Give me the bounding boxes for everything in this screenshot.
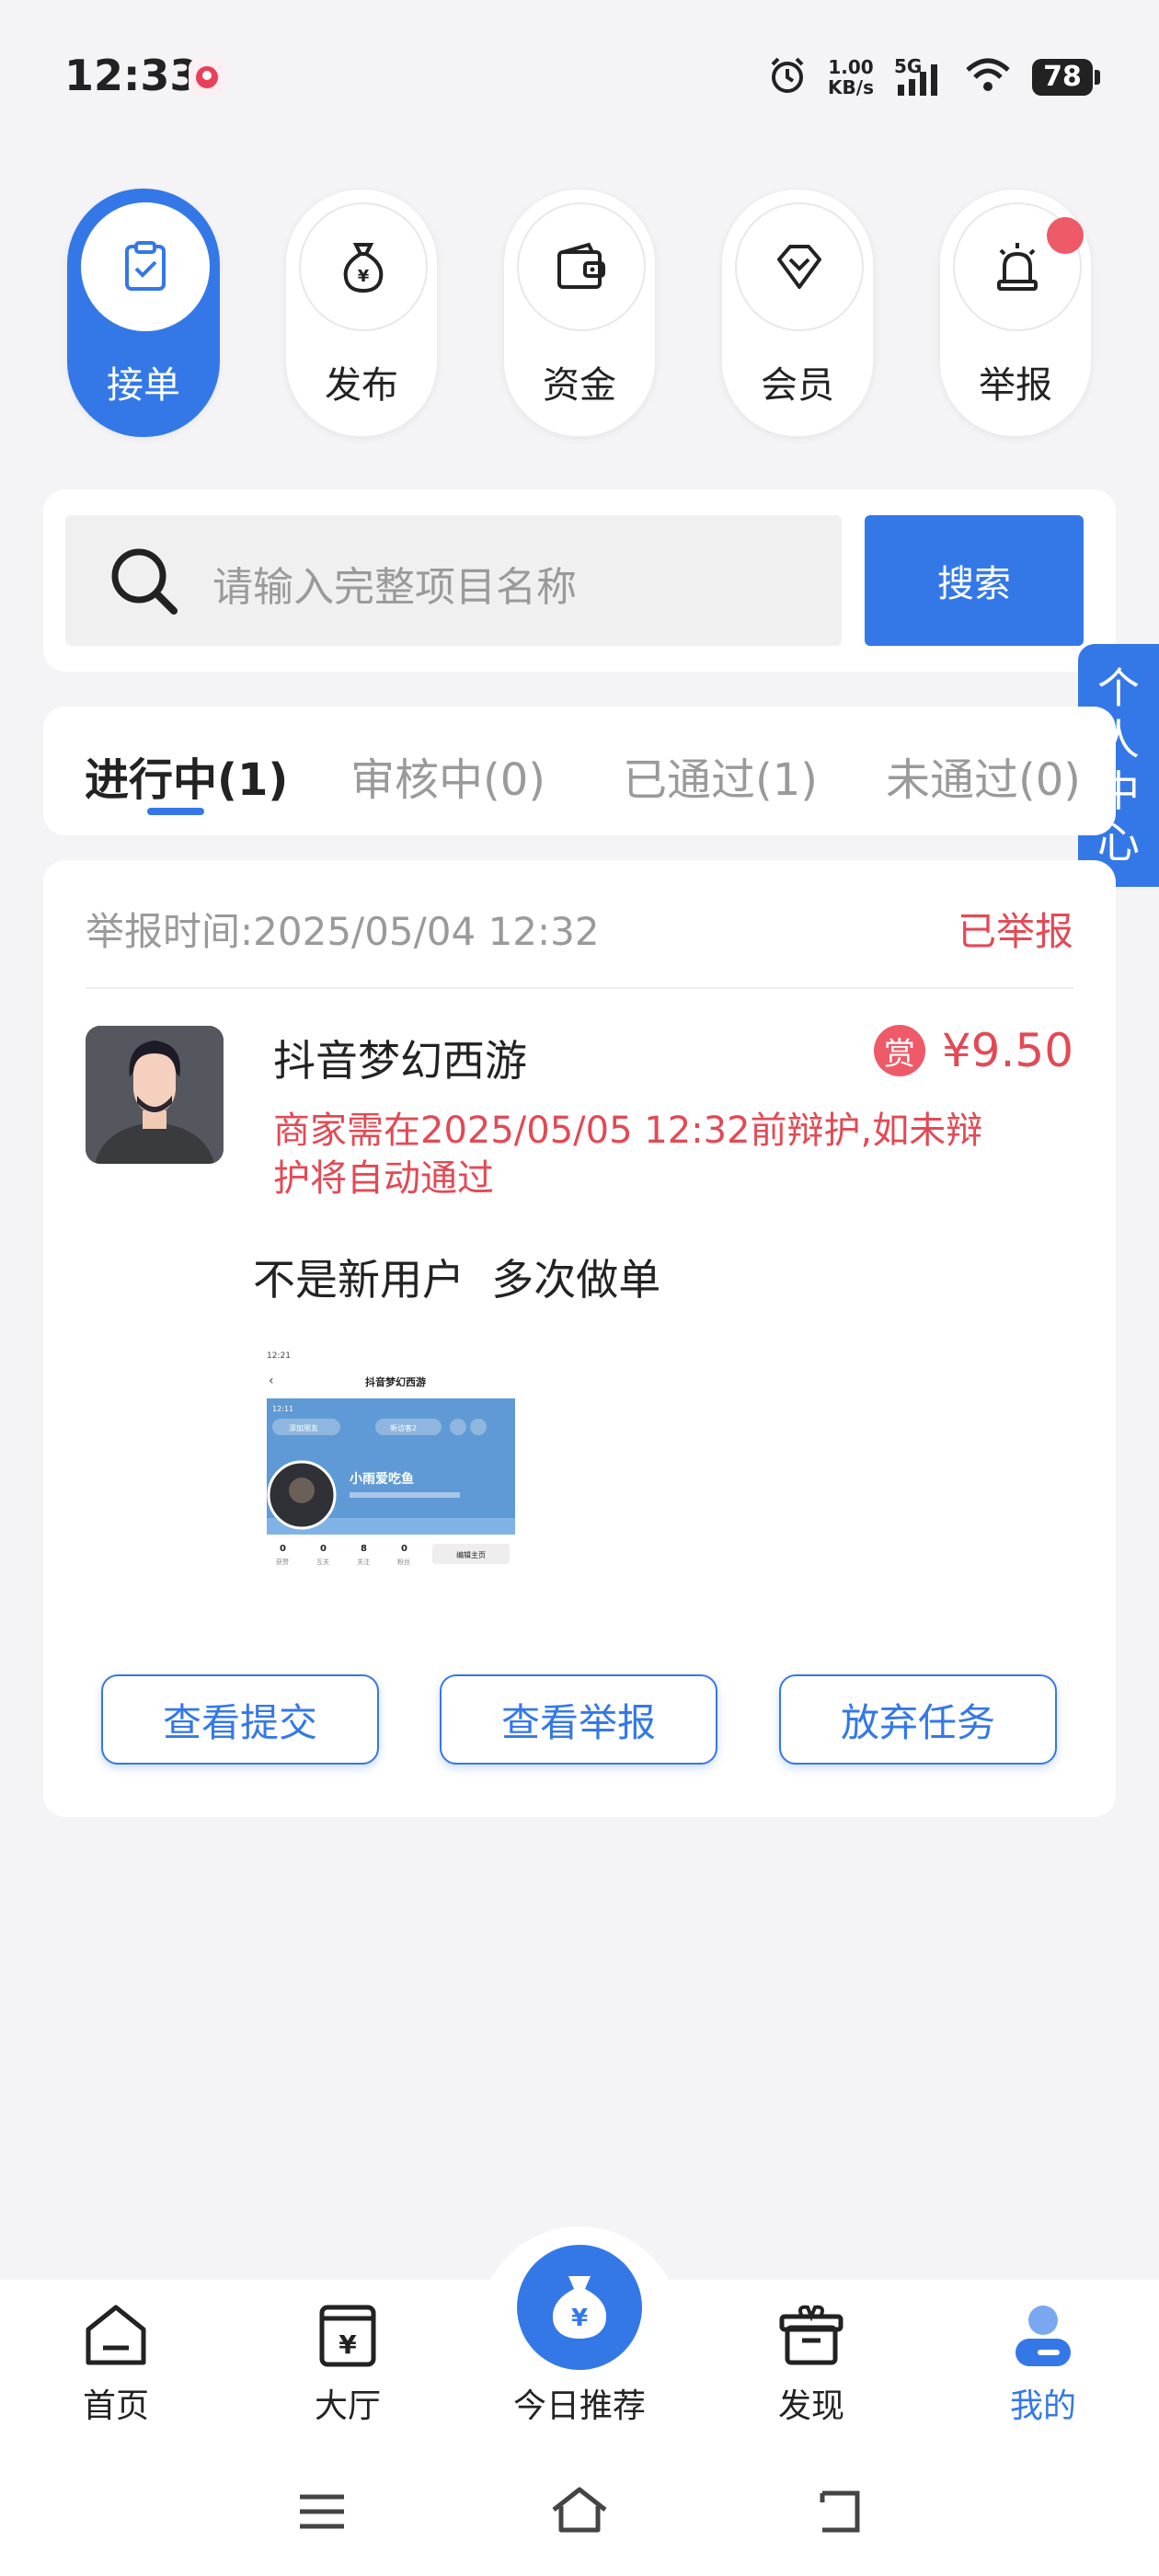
user-icon: [1016, 2306, 1071, 2366]
report-status: 已举报: [957, 909, 1073, 954]
thumb-stat-value: 0: [320, 1544, 327, 1554]
thumb-edit-button: 编辑主页: [456, 1550, 486, 1559]
category-member[interactable]: 会员: [721, 189, 874, 437]
net-speed: 1.00 KB/s: [828, 57, 874, 98]
nav-recommend-button[interactable]: ¥: [517, 2245, 642, 2370]
search-card: 请输入完整项目名称 搜索: [43, 489, 1116, 672]
battery-indicator: 78: [1032, 59, 1100, 96]
money-bag-icon: ¥: [552, 2276, 607, 2339]
home-button-icon[interactable]: [548, 2482, 611, 2537]
avatar: [86, 1026, 224, 1164]
tab-in-progress[interactable]: 进行中(1): [85, 743, 288, 808]
thumb-title: 抖音梦幻西游: [365, 1375, 426, 1388]
thumb-stat-label: 粉丝: [397, 1558, 410, 1566]
active-tab-indicator: [147, 808, 204, 815]
search-input[interactable]: 请输入完整项目名称: [65, 515, 842, 646]
view-report-button[interactable]: 查看举报: [440, 1674, 717, 1765]
app-notification-icon: [189, 59, 225, 96]
category-label: 接单: [107, 364, 180, 407]
thumb-stat-label: 获赞: [276, 1558, 289, 1566]
net-speed-unit: KB/s: [828, 76, 874, 98]
menu-icon[interactable]: [294, 2484, 350, 2539]
status-bar: 12:33 1.00 KB/s 5G 78: [0, 0, 1159, 156]
signal-icon: 5G: [894, 55, 944, 98]
status-tabs: 进行中(1) 审核中(0) 已通过(1) 未通过(0): [43, 707, 1116, 835]
task-note: 不是新用户 多次做单: [253, 1255, 661, 1305]
home-icon: [86, 2305, 146, 2365]
nav-mine[interactable]: 我的: [960, 2300, 1126, 2427]
thumb-add-friend: 添加朋友: [289, 1423, 318, 1432]
task-title: 抖音梦幻西游: [273, 1036, 527, 1086]
task-actions: 查看提交 查看举报 放弃任务: [101, 1674, 1058, 1766]
side-tab-char: 个: [1097, 663, 1140, 713]
diamond-icon: [735, 202, 864, 331]
deadline-line: 商家需在2025/05/05 12:32前辩护,如未辩: [273, 1110, 983, 1152]
nav-discover[interactable]: 发现: [729, 2300, 894, 2427]
status-icons: 1.00 KB/s 5G 78: [767, 55, 1100, 99]
category-funds[interactable]: 资金: [503, 189, 656, 437]
clipboard-check-icon: [81, 202, 210, 331]
thumb-time: 12:21: [267, 1351, 291, 1361]
reward-price: ¥9.50: [941, 1024, 1073, 1077]
thumb-stat-value: 0: [280, 1544, 286, 1554]
tab-approved[interactable]: 已通过(1): [623, 743, 818, 808]
category-label: 发布: [325, 364, 398, 407]
nav-label: 首页: [82, 2387, 149, 2425]
wallet-icon: [517, 202, 646, 331]
svg-text:¥: ¥: [358, 267, 370, 286]
category-publish[interactable]: ¥ 发布: [285, 189, 438, 437]
wifi-icon: [964, 55, 1012, 99]
task-card: 举报时间:2025/05/04 12:32 已举报 抖音梦幻西游 赏 ¥9.50…: [43, 860, 1116, 1817]
report-time: 举报时间:2025/05/04 12:32: [86, 909, 600, 954]
hall-yen-icon: ¥: [319, 2305, 376, 2367]
reward-badge: 赏: [873, 1025, 925, 1076]
nav-label: 大厅: [314, 2387, 381, 2425]
thumb-stat-value: 0: [401, 1544, 407, 1554]
nav-label: 发现: [777, 2387, 844, 2425]
reward: 赏 ¥9.50: [873, 1024, 1073, 1077]
thumb-stat-label: 互关: [316, 1558, 329, 1566]
search-icon: [106, 543, 183, 624]
status-time: 12:33: [64, 51, 200, 100]
thumb-stat-value: 8: [361, 1544, 367, 1554]
divider: [86, 987, 1073, 989]
thumb-stat-label: 关注: [357, 1558, 370, 1566]
svg-text:¥: ¥: [571, 2305, 588, 2332]
thumb-inner-time: 12:11: [272, 1405, 293, 1413]
tab-reviewing[interactable]: 审核中(0): [350, 743, 545, 808]
network-type: 5G: [894, 55, 923, 77]
submission-screenshot[interactable]: 12:21 ‹ 抖音梦幻西游 12:11 添加朋友 新访客2 小雨爱吃鱼 0 0…: [258, 1343, 561, 1610]
abandon-task-button[interactable]: 放弃任务: [779, 1674, 1057, 1765]
view-submission-button[interactable]: 查看提交: [101, 1674, 379, 1765]
nav-label: 今日推荐: [512, 2387, 646, 2425]
category-report[interactable]: 举报: [939, 189, 1092, 437]
net-speed-value: 1.00: [828, 56, 874, 78]
category-label: 资金: [543, 364, 616, 407]
system-navigation: [0, 2466, 1159, 2558]
search-placeholder: 请输入完整项目名称: [212, 564, 577, 611]
gift-box-icon: [779, 2305, 843, 2365]
thumb-username: 小雨爱吃鱼: [350, 1471, 414, 1487]
thumb-new-visitors: 新访客2: [390, 1423, 417, 1432]
tab-rejected[interactable]: 未通过(0): [886, 743, 1081, 808]
category-row: 接单 ¥ 发布 资金 会员 举报: [67, 189, 1092, 437]
notification-badge: [1047, 217, 1084, 254]
deadline-notice: 商家需在2025/05/05 12:32前辩护,如未辩 护将自动通过: [273, 1107, 1064, 1202]
money-bag-icon: ¥: [299, 202, 428, 331]
svg-text:‹: ‹: [269, 1374, 274, 1388]
alarm-icon: [767, 55, 808, 99]
search-button[interactable]: 搜索: [865, 515, 1084, 646]
nav-label: 我的: [1009, 2387, 1076, 2425]
category-label: 会员: [761, 364, 834, 407]
category-label: 举报: [979, 364, 1052, 407]
svg-text:¥: ¥: [339, 2329, 357, 2360]
back-icon[interactable]: [809, 2484, 865, 2539]
deadline-line: 护将自动通过: [273, 1157, 494, 1200]
nav-hall[interactable]: ¥ 大厅: [265, 2300, 430, 2427]
nav-home[interactable]: 首页: [33, 2300, 199, 2427]
category-take-order[interactable]: 接单: [67, 189, 220, 437]
